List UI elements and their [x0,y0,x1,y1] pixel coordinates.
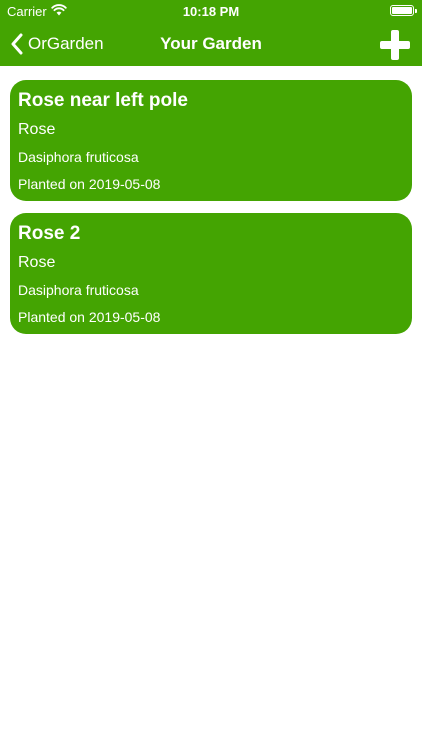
plant-list: Rose near left pole Rose Dasiphora fruti… [10,80,412,346]
plant-name: Rose near left pole [18,90,188,111]
status-bar: Carrier 10:18 PM [0,0,422,22]
chevron-left-icon [11,33,23,55]
status-time: 10:18 PM [182,4,240,19]
add-plant-button[interactable] [378,28,412,62]
plant-card[interactable]: Rose 2 Rose Dasiphora fruticosa Planted … [10,213,412,334]
back-button[interactable]: OrGarden [10,31,104,57]
plant-species: Dasiphora fruticosa [18,282,139,298]
plant-name: Rose 2 [18,223,81,244]
battery-icon [390,5,417,16]
plant-common-name: Rose [18,254,56,271]
plus-icon [380,30,410,60]
app-screen: Carrier 10:18 PM OrGarden Your Garden Ro… [0,0,422,750]
header: Carrier 10:18 PM OrGarden Your Garden [0,0,422,66]
plant-planted-date: Planted on 2019-05-08 [18,176,161,192]
back-button-label: OrGarden [28,34,104,53]
plant-card[interactable]: Rose near left pole Rose Dasiphora fruti… [10,80,412,201]
plant-planted-date: Planted on 2019-05-08 [18,309,161,325]
plant-species: Dasiphora fruticosa [18,149,139,165]
plant-common-name: Rose [18,121,56,138]
nav-bar: OrGarden Your Garden [0,22,422,66]
